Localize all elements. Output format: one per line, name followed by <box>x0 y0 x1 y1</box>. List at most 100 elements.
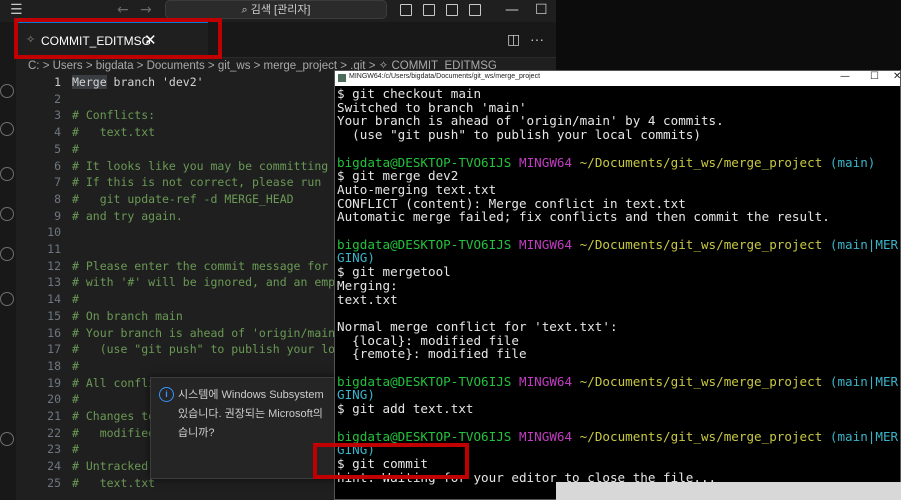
activity-icon[interactable] <box>0 292 14 306</box>
maximize-icon[interactable]: ☐ <box>535 2 548 18</box>
terminal-line: $ git mergetool <box>337 264 451 280</box>
prompt-branch-wrap: GING) <box>337 250 375 266</box>
terminal-line: (use "git push" to publish your local co… <box>337 127 701 143</box>
terminal-line: Normal merge conflict for 'text.txt': <box>337 318 618 334</box>
prompt-path: ~/Documents/git_ws/merge_project <box>579 236 823 252</box>
terminal-line: Merging: <box>337 277 398 293</box>
split-editor-icon[interactable]: ◫ <box>507 31 520 48</box>
prompt-line: bigdata@DESKTOP-TVO6IJS MINGW64 ~/Docume… <box>337 154 876 170</box>
toggle-secondary-sidebar-icon[interactable] <box>446 4 458 16</box>
prompt-line: bigdata@DESKTOP-TVO6IJS MINGW64 ~/Docume… <box>337 373 899 389</box>
customize-layout-icon[interactable] <box>469 4 481 16</box>
line-number: 5 <box>54 141 61 156</box>
activity-icon[interactable] <box>0 122 14 136</box>
line-number: 22 <box>47 425 61 440</box>
terminal-line: {local}: modified file <box>337 332 519 348</box>
command-center-search[interactable]: ⌕ 김색 [관리자] <box>165 0 387 19</box>
line-number: 4 <box>54 125 61 140</box>
git-bash-window[interactable]: MINGW64:/c/Users/bigdata/Documents/git_w… <box>334 70 901 500</box>
line-text: # with '#' will be ignored, and an empt <box>72 275 343 290</box>
mingw-icon <box>338 74 346 82</box>
back-arrow-icon[interactable]: ← <box>117 2 129 18</box>
terminal-titlebar: MINGW64:/c/Users/bigdata/Documents/git_w… <box>335 71 901 86</box>
line-text: # Conflicts: <box>72 108 156 123</box>
prompt-path: ~/Documents/git_ws/merge_project <box>579 428 823 444</box>
line-number: 11 <box>47 242 61 256</box>
terminal-line: $ git merge dev2 <box>337 168 459 184</box>
prompt-env: MINGW64 <box>518 154 573 170</box>
terminal-title: MINGW64:/c/Users/bigdata/Documents/git_w… <box>349 73 541 80</box>
line-text: # If this is not correct, please run <box>72 175 322 190</box>
line-number: 20 <box>47 392 61 407</box>
minimize-icon[interactable]: — <box>505 2 519 18</box>
activity-icon[interactable] <box>0 247 14 261</box>
terminal-line: text.txt <box>337 291 398 307</box>
terminal-line: Automatic merge failed; fix conflicts an… <box>337 209 830 225</box>
notification-text: 시스템에 Windows Subsystem 있습니다. 권장되는 Micros… <box>178 389 324 439</box>
line-number: 19 <box>47 375 61 390</box>
prompt-branch: (main|MER <box>829 373 899 389</box>
prompt-line: bigdata@DESKTOP-TVO6IJS MINGW64 ~/Docume… <box>337 428 899 444</box>
close-icon[interactable]: ✕ <box>893 71 901 82</box>
info-icon: i <box>159 387 174 402</box>
prompt-branch: (main|MER <box>829 428 899 444</box>
line-text: # (use "git push" to publish your loc <box>72 342 343 357</box>
terminal-line: CONFLICT (content): Merge conflict in te… <box>337 195 686 211</box>
line-text: # It looks like you may be committing a <box>72 158 343 173</box>
forward-arrow-icon[interactable]: → <box>140 2 152 18</box>
line-number: 15 <box>47 308 61 323</box>
maximize-icon[interactable]: ☐ <box>870 71 879 82</box>
prompt-path: ~/Documents/git_ws/merge_project <box>579 154 823 170</box>
line-text: # Changes to <box>72 409 156 423</box>
line-text: # Your branch is ahead of 'origin/main' <box>72 325 343 340</box>
line-text: # and try again. <box>72 208 183 223</box>
more-actions-icon[interactable]: ··· <box>530 31 544 47</box>
menu-icon[interactable]: ☰ <box>10 2 23 18</box>
activity-icon[interactable] <box>0 207 14 221</box>
line-text: # Please enter the commit message for y <box>72 258 343 273</box>
line-text: # All confli <box>72 375 156 390</box>
line-number: 17 <box>47 342 61 357</box>
background-image <box>556 482 901 500</box>
background-window <box>556 0 901 70</box>
highlight-box-commit <box>313 443 469 479</box>
line-number: 14 <box>47 292 61 307</box>
line-number: 2 <box>54 91 61 106</box>
line-number: 18 <box>47 358 61 373</box>
toggle-sidebar-icon[interactable] <box>400 4 412 16</box>
line-number: 3 <box>54 108 61 123</box>
line-text: # <box>72 442 79 457</box>
line-text: # <box>72 358 79 373</box>
prompt-path: ~/Documents/git_ws/merge_project <box>579 373 823 389</box>
activity-icon[interactable] <box>0 84 14 98</box>
line-number: 6 <box>54 158 61 173</box>
account-icon[interactable] <box>0 432 14 446</box>
prompt-line: bigdata@DESKTOP-TVO6IJS MINGW64 ~/Docume… <box>337 236 898 252</box>
line-number: 23 <box>47 442 61 457</box>
terminal-line: {remote}: modified file <box>337 346 527 362</box>
minimize-icon[interactable]: — <box>840 71 850 82</box>
line-number: 21 <box>47 409 61 423</box>
prompt-branch: (main) <box>829 154 876 170</box>
line-text: # text.txt <box>72 475 156 490</box>
activity-icon[interactable] <box>0 167 14 181</box>
prompt-env: MINGW64 <box>518 236 573 252</box>
line-number: 13 <box>47 275 61 290</box>
line-text: # <box>72 292 79 307</box>
word-highlight: Merge <box>72 75 107 89</box>
activity-bar <box>0 57 16 500</box>
prompt-env: MINGW64 <box>518 373 573 389</box>
terminal-line: $ git checkout main <box>337 86 482 101</box>
highlight-box-tab <box>14 18 222 59</box>
toggle-panel-icon[interactable] <box>423 4 435 16</box>
prompt-branch-wrap: GING) <box>337 387 375 403</box>
